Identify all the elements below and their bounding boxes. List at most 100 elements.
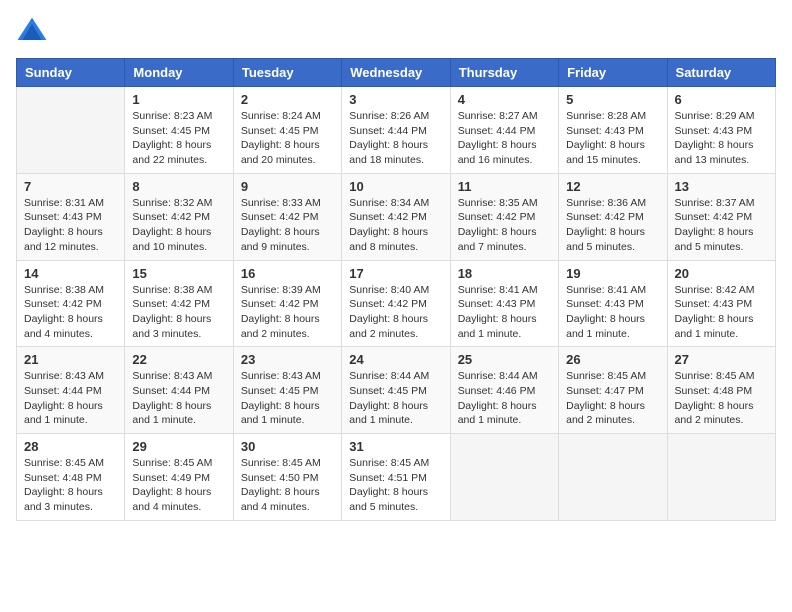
day-info: Sunrise: 8:27 AMSunset: 4:44 PMDaylight:… xyxy=(458,109,551,168)
day-cell: 27Sunrise: 8:45 AMSunset: 4:48 PMDayligh… xyxy=(667,347,775,434)
day-number: 30 xyxy=(241,439,334,454)
day-cell: 6Sunrise: 8:29 AMSunset: 4:43 PMDaylight… xyxy=(667,87,775,174)
week-row-4: 28 Sunrise: 8:45 AMSunset: 4:48 PMDayligh… xyxy=(17,434,776,521)
day-number: 26 xyxy=(566,352,659,367)
day-info: Sunrise: 8:43 AMSunset: 4:45 PMDaylight:… xyxy=(241,369,334,428)
day-number: 10 xyxy=(349,179,442,194)
day-number: 25 xyxy=(458,352,551,367)
day-number: 17 xyxy=(349,266,442,281)
header-cell-tuesday: Tuesday xyxy=(233,59,341,87)
day-cell: 17 Sunrise: 8:40 AMSunset: 4:42 PMDayligh… xyxy=(342,260,450,347)
day-number: 28 xyxy=(24,439,117,454)
day-number: 7 xyxy=(24,179,117,194)
page-header xyxy=(16,16,776,48)
day-number: 27 xyxy=(675,352,768,367)
day-info: Sunrise: 8:24 AMSunset: 4:45 PMDaylight:… xyxy=(241,109,334,168)
day-cell xyxy=(667,434,775,521)
day-number: 9 xyxy=(241,179,334,194)
day-cell: 1Sunrise: 8:23 AMSunset: 4:45 PMDaylight… xyxy=(125,87,233,174)
day-cell: 26 Sunrise: 8:45 AMSunset: 4:47 PMDayligh… xyxy=(559,347,667,434)
day-info: Sunrise: 8:31 AMSunset: 4:43 PMDaylight:… xyxy=(24,196,117,255)
day-number: 23 xyxy=(241,352,334,367)
day-info: Sunrise: 8:38 AMSunset: 4:42 PMDaylight:… xyxy=(132,283,225,342)
day-info: Sunrise: 8:34 AMSunset: 4:42 PMDaylight:… xyxy=(349,196,442,255)
day-cell: 14 Sunrise: 8:38 AMSunset: 4:42 PMDayligh… xyxy=(17,260,125,347)
day-cell: 21 Sunrise: 8:43 AMSunset: 4:44 PMDayligh… xyxy=(17,347,125,434)
day-number: 16 xyxy=(241,266,334,281)
day-info: Sunrise: 8:40 AMSunset: 4:42 PMDaylight:… xyxy=(349,283,442,342)
day-info: Sunrise: 8:41 AMSunset: 4:43 PMDaylight:… xyxy=(458,283,551,342)
day-info: Sunrise: 8:33 AMSunset: 4:42 PMDaylight:… xyxy=(241,196,334,255)
day-cell: 31 Sunrise: 8:45 AMSunset: 4:51 PMDayligh… xyxy=(342,434,450,521)
day-cell: 18 Sunrise: 8:41 AMSunset: 4:43 PMDayligh… xyxy=(450,260,558,347)
day-cell: 29 Sunrise: 8:45 AMSunset: 4:49 PMDayligh… xyxy=(125,434,233,521)
day-cell xyxy=(17,87,125,174)
day-info: Sunrise: 8:39 AMSunset: 4:42 PMDaylight:… xyxy=(241,283,334,342)
day-number: 29 xyxy=(132,439,225,454)
day-info: Sunrise: 8:45 AMSunset: 4:48 PMDaylight:… xyxy=(24,456,117,515)
day-cell: 22Sunrise: 8:43 AMSunset: 4:44 PMDayligh… xyxy=(125,347,233,434)
day-number: 2 xyxy=(241,92,334,107)
day-number: 1 xyxy=(132,92,225,107)
day-cell: 19 Sunrise: 8:41 AMSunset: 4:43 PMDayligh… xyxy=(559,260,667,347)
day-info: Sunrise: 8:32 AMSunset: 4:42 PMDaylight:… xyxy=(132,196,225,255)
day-cell: 12Sunrise: 8:36 AMSunset: 4:42 PMDayligh… xyxy=(559,173,667,260)
day-cell: 3 Sunrise: 8:26 AMSunset: 4:44 PMDaylight… xyxy=(342,87,450,174)
calendar-body: 1Sunrise: 8:23 AMSunset: 4:45 PMDaylight… xyxy=(17,87,776,521)
header-cell-saturday: Saturday xyxy=(667,59,775,87)
day-info: Sunrise: 8:35 AMSunset: 4:42 PMDaylight:… xyxy=(458,196,551,255)
day-info: Sunrise: 8:44 AMSunset: 4:45 PMDaylight:… xyxy=(349,369,442,428)
header-cell-thursday: Thursday xyxy=(450,59,558,87)
day-cell: 5Sunrise: 8:28 AMSunset: 4:43 PMDaylight… xyxy=(559,87,667,174)
logo-icon xyxy=(16,16,48,48)
day-info: Sunrise: 8:43 AMSunset: 4:44 PMDaylight:… xyxy=(132,369,225,428)
day-cell: 30Sunrise: 8:45 AMSunset: 4:50 PMDayligh… xyxy=(233,434,341,521)
day-number: 15 xyxy=(132,266,225,281)
day-number: 31 xyxy=(349,439,442,454)
day-number: 21 xyxy=(24,352,117,367)
day-cell: 4 Sunrise: 8:27 AMSunset: 4:44 PMDaylight… xyxy=(450,87,558,174)
calendar-table: SundayMondayTuesdayWednesdayThursdayFrid… xyxy=(16,58,776,521)
day-cell: 8Sunrise: 8:32 AMSunset: 4:42 PMDaylight… xyxy=(125,173,233,260)
day-info: Sunrise: 8:45 AMSunset: 4:49 PMDaylight:… xyxy=(132,456,225,515)
day-number: 14 xyxy=(24,266,117,281)
day-info: Sunrise: 8:45 AMSunset: 4:47 PMDaylight:… xyxy=(566,369,659,428)
day-number: 3 xyxy=(349,92,442,107)
day-number: 13 xyxy=(675,179,768,194)
day-cell: 7 Sunrise: 8:31 AMSunset: 4:43 PMDaylight… xyxy=(17,173,125,260)
day-number: 20 xyxy=(675,266,768,281)
day-cell: 11 Sunrise: 8:35 AMSunset: 4:42 PMDayligh… xyxy=(450,173,558,260)
day-number: 12 xyxy=(566,179,659,194)
day-cell: 9 Sunrise: 8:33 AMSunset: 4:42 PMDaylight… xyxy=(233,173,341,260)
day-number: 11 xyxy=(458,179,551,194)
day-cell: 20Sunrise: 8:42 AMSunset: 4:43 PMDayligh… xyxy=(667,260,775,347)
day-info: Sunrise: 8:37 AMSunset: 4:42 PMDaylight:… xyxy=(675,196,768,255)
week-row-3: 21 Sunrise: 8:43 AMSunset: 4:44 PMDayligh… xyxy=(17,347,776,434)
day-cell: 25 Sunrise: 8:44 AMSunset: 4:46 PMDayligh… xyxy=(450,347,558,434)
day-number: 4 xyxy=(458,92,551,107)
day-cell: 15 Sunrise: 8:38 AMSunset: 4:42 PMDayligh… xyxy=(125,260,233,347)
day-cell: 28 Sunrise: 8:45 AMSunset: 4:48 PMDayligh… xyxy=(17,434,125,521)
day-info: Sunrise: 8:43 AMSunset: 4:44 PMDaylight:… xyxy=(24,369,117,428)
day-number: 18 xyxy=(458,266,551,281)
day-info: Sunrise: 8:26 AMSunset: 4:44 PMDaylight:… xyxy=(349,109,442,168)
day-cell xyxy=(559,434,667,521)
header-row: SundayMondayTuesdayWednesdayThursdayFrid… xyxy=(17,59,776,87)
header-cell-sunday: Sunday xyxy=(17,59,125,87)
day-cell: 16 Sunrise: 8:39 AMSunset: 4:42 PMDayligh… xyxy=(233,260,341,347)
week-row-2: 14 Sunrise: 8:38 AMSunset: 4:42 PMDayligh… xyxy=(17,260,776,347)
header-cell-friday: Friday xyxy=(559,59,667,87)
day-cell: 24Sunrise: 8:44 AMSunset: 4:45 PMDayligh… xyxy=(342,347,450,434)
day-info: Sunrise: 8:45 AMSunset: 4:51 PMDaylight:… xyxy=(349,456,442,515)
day-cell: 2 Sunrise: 8:24 AMSunset: 4:45 PMDaylight… xyxy=(233,87,341,174)
day-cell xyxy=(450,434,558,521)
day-info: Sunrise: 8:38 AMSunset: 4:42 PMDaylight:… xyxy=(24,283,117,342)
week-row-1: 7 Sunrise: 8:31 AMSunset: 4:43 PMDaylight… xyxy=(17,173,776,260)
week-row-0: 1Sunrise: 8:23 AMSunset: 4:45 PMDaylight… xyxy=(17,87,776,174)
day-cell: 10 Sunrise: 8:34 AMSunset: 4:42 PMDayligh… xyxy=(342,173,450,260)
day-cell: 13 Sunrise: 8:37 AMSunset: 4:42 PMDayligh… xyxy=(667,173,775,260)
logo xyxy=(16,16,52,48)
day-info: Sunrise: 8:44 AMSunset: 4:46 PMDaylight:… xyxy=(458,369,551,428)
day-info: Sunrise: 8:41 AMSunset: 4:43 PMDaylight:… xyxy=(566,283,659,342)
day-number: 19 xyxy=(566,266,659,281)
